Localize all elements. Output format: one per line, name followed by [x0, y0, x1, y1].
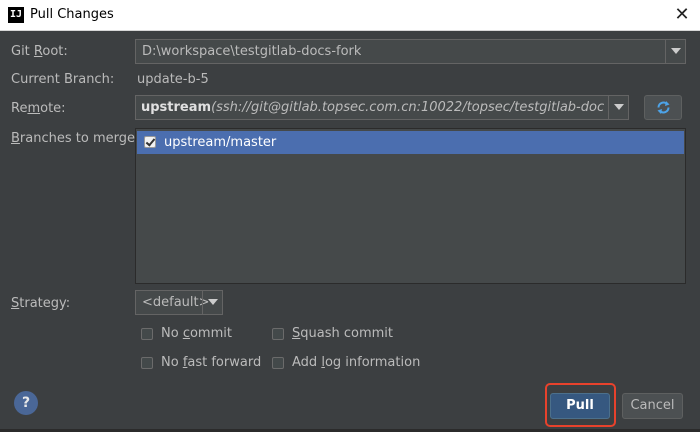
no-fast-forward-label[interactable]: No fast forward	[161, 355, 261, 370]
current-branch-value: update-b-5	[137, 72, 209, 87]
branch-checkbox[interactable]	[144, 136, 156, 148]
branch-name: upstream/master	[164, 135, 277, 150]
squash-commit-label[interactable]: Squash commit	[292, 326, 393, 341]
intellij-app-icon: IJ	[8, 7, 24, 23]
dialog-title: Pull Changes	[30, 7, 114, 22]
add-log-information-checkbox[interactable]	[272, 357, 284, 369]
no-fast-forward-checkbox[interactable]	[141, 357, 153, 369]
git-root-label: Git Root:	[11, 44, 68, 59]
chevron-down-icon[interactable]	[202, 291, 222, 314]
remote-name: upstream	[141, 100, 212, 115]
cancel-button[interactable]: Cancel	[622, 393, 683, 419]
refresh-remotes-button[interactable]	[644, 95, 682, 120]
remote-url: (ssh://git@gitlab.topsec.com.cn:10022/to…	[211, 100, 604, 115]
add-log-information-label[interactable]: Add log information	[292, 355, 420, 370]
squash-commit-checkbox[interactable]	[272, 328, 284, 340]
list-item[interactable]: upstream/master	[137, 131, 684, 154]
strategy-label: Strategy:	[11, 296, 71, 311]
refresh-icon	[657, 101, 670, 114]
chevron-down-icon[interactable]	[608, 96, 628, 119]
current-branch-label: Current Branch:	[11, 72, 115, 87]
strategy-combo[interactable]: <default>	[135, 290, 223, 315]
close-icon[interactable]: ✕	[670, 3, 694, 27]
branches-to-merge-label: Branches to merge:	[11, 131, 140, 146]
branches-list[interactable]: upstream/master	[135, 128, 686, 284]
remote-value: upstream(ssh://git@gitlab.topsec.com.cn:…	[141, 100, 604, 115]
no-commit-checkbox[interactable]	[141, 328, 153, 340]
strategy-value: <default>	[142, 295, 210, 310]
git-root-combo[interactable]: D:\workspace\testgitlab-docs-fork	[135, 39, 686, 64]
remote-label: Remote:	[11, 101, 66, 116]
git-root-value: D:\workspace\testgitlab-docs-fork	[142, 44, 362, 59]
remote-combo[interactable]: upstream(ssh://git@gitlab.topsec.com.cn:…	[135, 95, 629, 120]
chevron-down-icon[interactable]	[665, 40, 685, 63]
title-bar: IJ Pull Changes ✕	[0, 0, 700, 31]
pull-button[interactable]: Pull	[550, 393, 610, 419]
help-icon[interactable]: ?	[14, 391, 38, 415]
no-commit-label[interactable]: No commit	[161, 326, 232, 341]
